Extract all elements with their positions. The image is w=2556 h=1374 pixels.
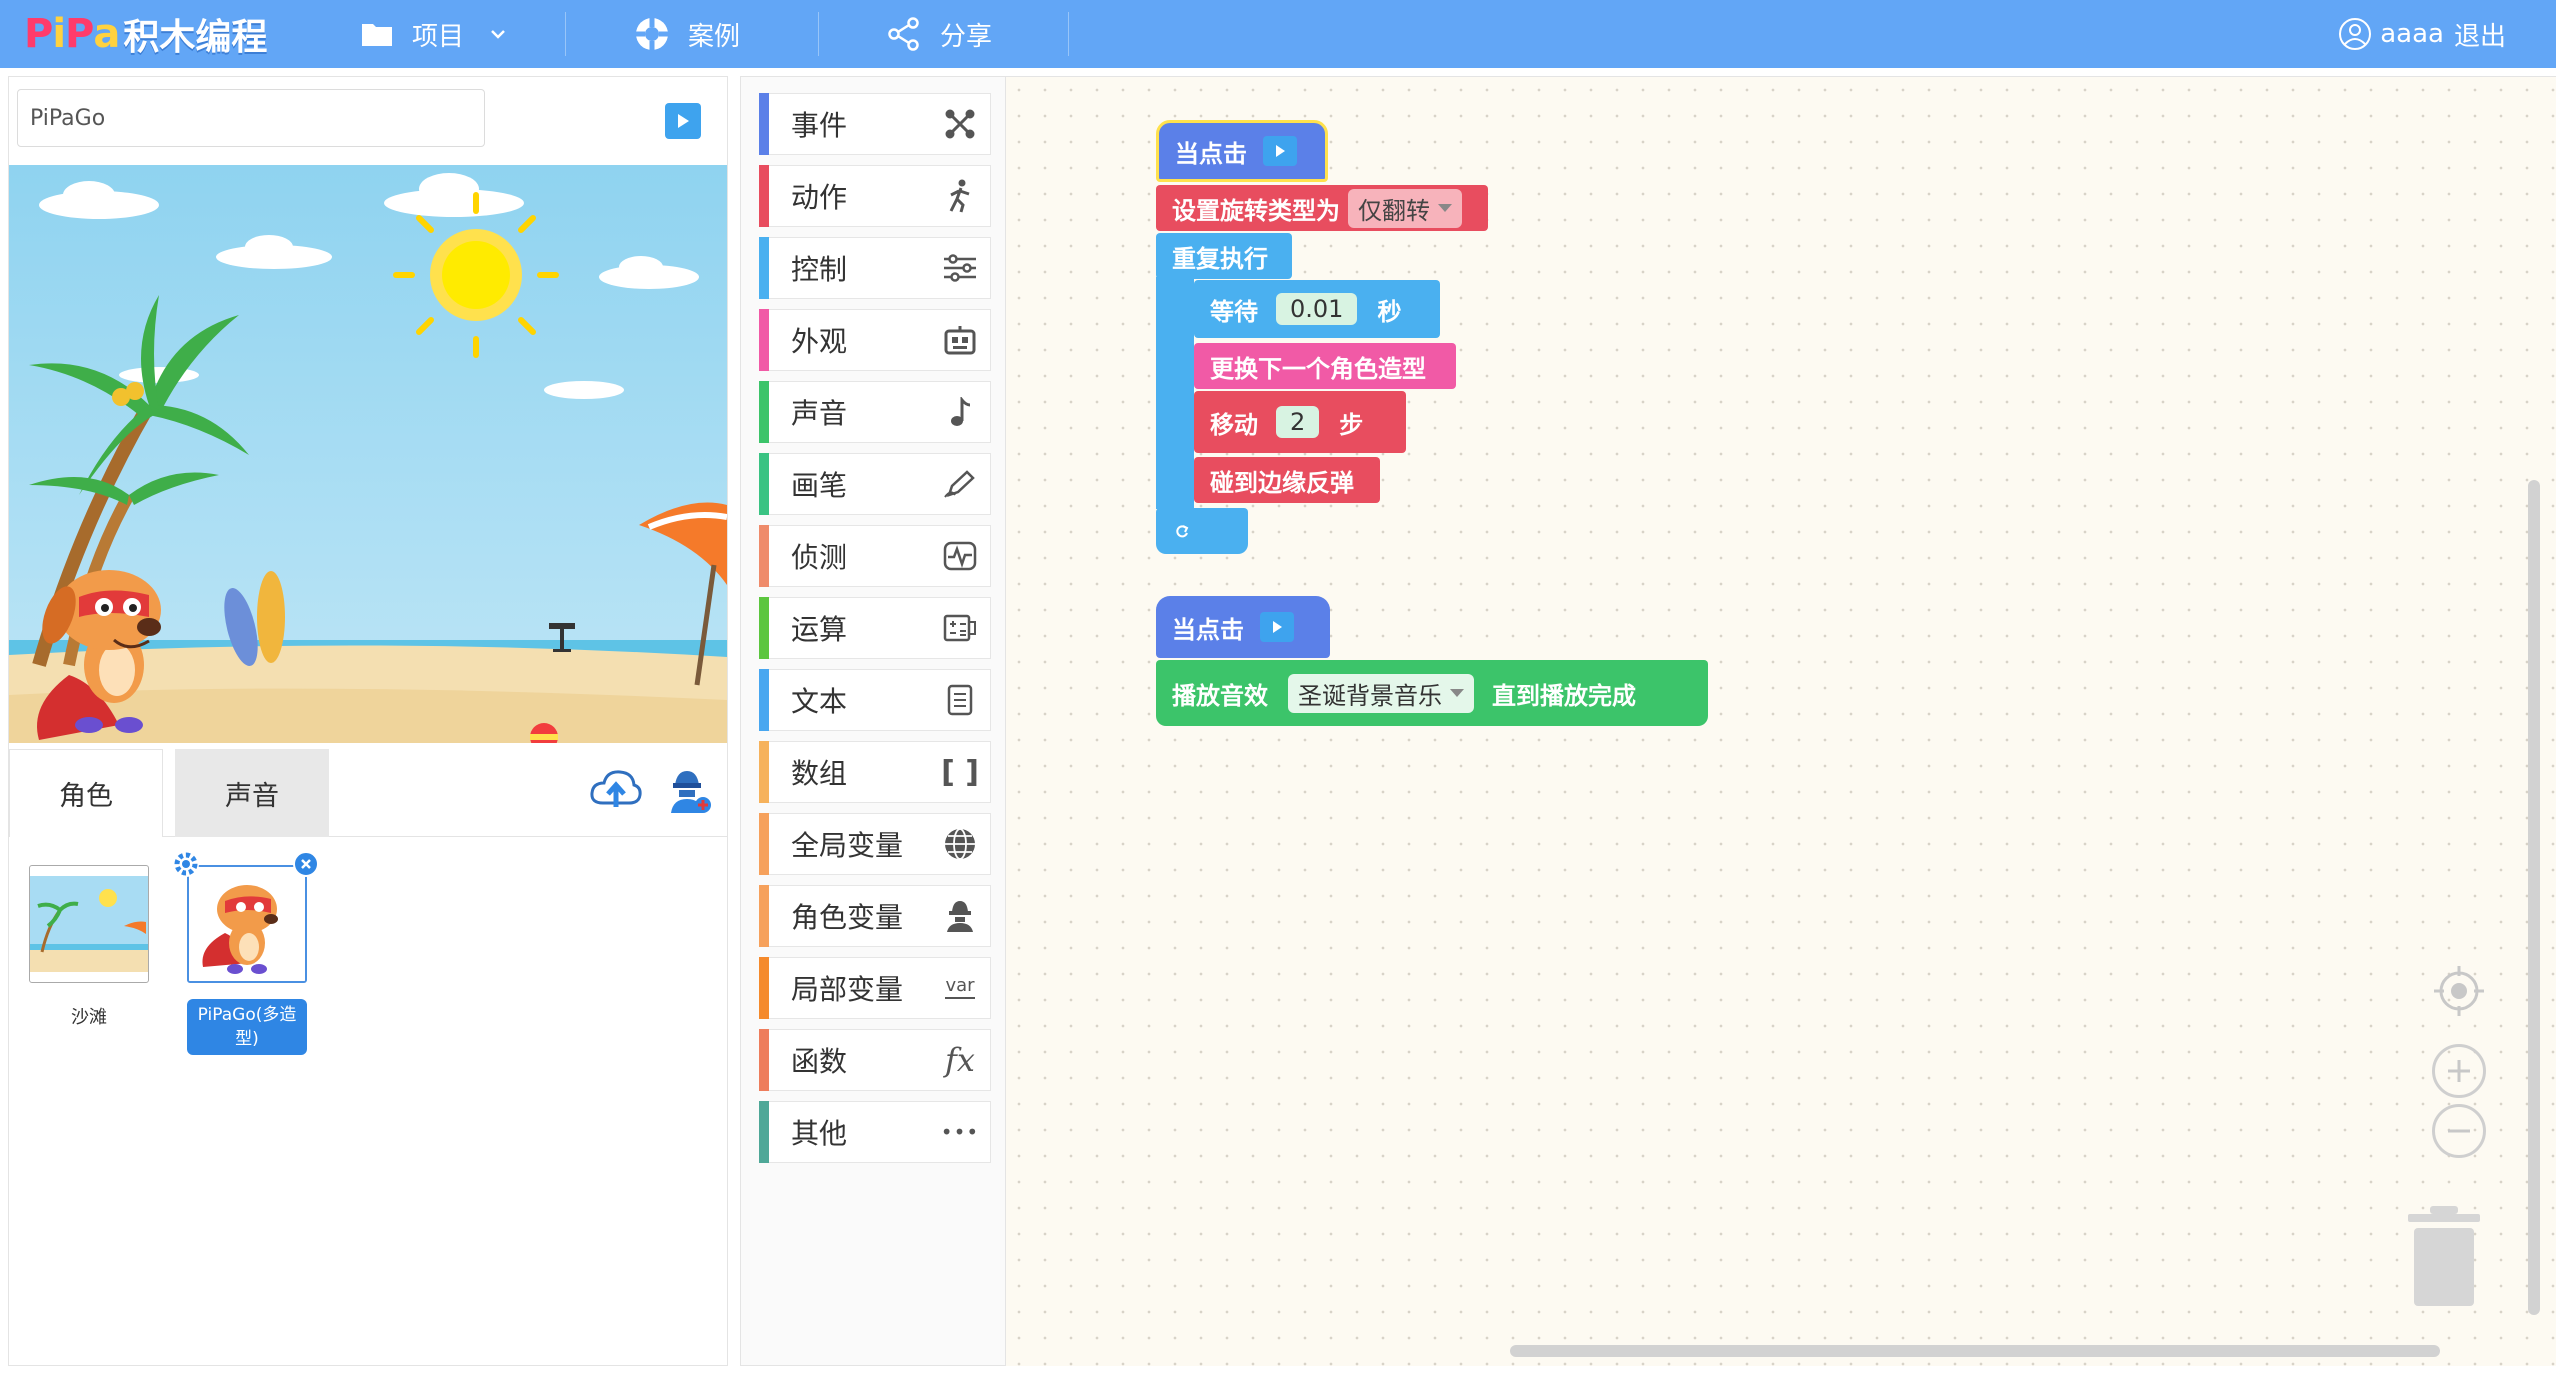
when-clicked-hat-block[interactable]: 当点击	[1156, 596, 1330, 658]
user-menu: aaaa 退出	[2338, 0, 2506, 68]
logo-text: 积木编程	[123, 17, 268, 58]
trash-icon[interactable]	[2404, 1204, 2484, 1308]
close-icon[interactable]	[293, 851, 319, 877]
stage-panel: 角色 声音 沙滩	[8, 76, 728, 1366]
sprite-thumbnail	[187, 865, 307, 983]
pulse-icon	[930, 541, 990, 571]
category-pen[interactable]: 画笔	[759, 453, 991, 515]
play-sound-until-done-block[interactable]: 播放音效 圣诞背景音乐 直到播放完成	[1156, 660, 1708, 726]
add-sprite-icon[interactable]	[665, 765, 711, 819]
user-icon	[2338, 17, 2372, 51]
tab-actions	[589, 765, 711, 819]
nav-divider	[818, 12, 819, 56]
play-icon	[1263, 136, 1297, 166]
nav-share-label: 分享	[940, 21, 993, 52]
document-icon	[930, 684, 990, 716]
globe-icon	[930, 827, 990, 861]
network-icon	[930, 109, 990, 139]
bounce-on-edge-block[interactable]: 碰到边缘反弹	[1194, 457, 1380, 503]
music-note-icon	[930, 397, 990, 427]
forever-block[interactable]: 重复执行	[1156, 233, 1292, 279]
recenter-icon[interactable]	[2432, 964, 2486, 1018]
more-icon: •••	[940, 1120, 980, 1144]
category-control[interactable]: 控制	[759, 237, 991, 299]
category-looks[interactable]: 外观	[759, 309, 991, 371]
horizontal-scrollbar[interactable]	[1510, 1345, 2440, 1357]
forever-block-arm	[1156, 277, 1194, 509]
nav-examples-label: 案例	[688, 21, 741, 52]
zoom-out-icon[interactable]	[2432, 1104, 2486, 1158]
nav-project-label: 项目	[412, 21, 465, 52]
play-icon	[1260, 612, 1294, 642]
cloud-upload-icon[interactable]	[589, 765, 643, 819]
fx-icon: fx	[945, 1041, 975, 1079]
tab-sounds[interactable]: 声音	[175, 749, 329, 837]
logo-pipa: PiPa	[24, 11, 120, 57]
lifebuoy-icon	[634, 16, 670, 52]
project-name-input[interactable]	[17, 89, 485, 147]
var-icon: var	[930, 977, 990, 999]
vertical-scrollbar[interactable]	[2528, 480, 2540, 1315]
chevron-down-icon	[490, 29, 506, 39]
pencil-icon	[930, 469, 990, 499]
top-bar: PiPa 积木编程 项目 案例 分享 aaaa 退出	[0, 0, 2556, 68]
beach-thumbnail-image	[30, 876, 148, 972]
nav-share[interactable]: 分享	[886, 0, 992, 68]
tab-sprites[interactable]: 角色	[9, 749, 163, 837]
gear-icon[interactable]	[173, 851, 199, 877]
dog-thumbnail-image	[189, 867, 305, 981]
play-icon	[678, 114, 689, 128]
move-steps-block[interactable]: 移动 2 步	[1194, 391, 1406, 453]
category-motion[interactable]: 动作	[759, 165, 991, 227]
sprite-name: PiPaGo(多造型)	[187, 999, 307, 1055]
rotation-style-dropdown[interactable]: 仅翻转	[1348, 188, 1462, 228]
sprite-item[interactable]: 沙滩	[29, 865, 149, 1029]
user-name[interactable]: aaaa	[2380, 19, 2444, 49]
sprite-sound-tabs: 角色 声音	[9, 749, 727, 837]
category-global-variables[interactable]: 全局变量	[759, 813, 991, 875]
category-operators[interactable]: 运算	[759, 597, 991, 659]
brackets-icon: [ ]	[941, 754, 979, 790]
sliders-icon	[930, 254, 990, 282]
sound-dropdown[interactable]: 圣诞背景音乐	[1288, 673, 1474, 713]
robot-icon	[930, 325, 990, 355]
forever-block-end	[1156, 508, 1248, 554]
block-category-palette: 事件 动作 控制 外观 声音 画笔 侦测 运算 文本 数组 [] 全局变量 角…	[740, 76, 1006, 1366]
sprite-thumbnail	[29, 865, 149, 983]
stage-canvas[interactable]	[9, 165, 727, 743]
calculator-icon	[930, 614, 990, 642]
next-costume-block[interactable]: 更换下一个角色造型	[1194, 343, 1456, 389]
zoom-in-icon[interactable]	[2432, 1044, 2486, 1098]
run-icon	[930, 179, 990, 213]
nav-examples[interactable]: 案例	[634, 0, 740, 68]
share-icon	[886, 16, 922, 52]
folder-icon	[360, 20, 394, 48]
nav-divider	[565, 12, 566, 56]
nav-project[interactable]: 项目	[360, 0, 506, 68]
wait-seconds-input[interactable]: 0.01	[1276, 293, 1358, 325]
logout-link[interactable]: 退出	[2454, 16, 2506, 53]
category-local-variables[interactable]: 局部变量 var	[759, 957, 991, 1019]
category-text[interactable]: 文本	[759, 669, 991, 731]
category-functions[interactable]: 函数 fx	[759, 1029, 991, 1091]
category-events[interactable]: 事件	[759, 93, 991, 155]
set-rotation-style-block[interactable]: 设置旋转类型为 仅翻转	[1156, 185, 1488, 231]
sprite-item-selected[interactable]: PiPaGo(多造型)	[173, 851, 319, 1055]
agent-icon	[930, 899, 990, 933]
category-other[interactable]: 其他 •••	[759, 1101, 991, 1163]
category-sound[interactable]: 声音	[759, 381, 991, 443]
run-button[interactable]	[665, 103, 701, 139]
beach-scene-image	[9, 165, 727, 743]
category-sensing[interactable]: 侦测	[759, 525, 991, 587]
sprite-name: 沙滩	[71, 1007, 107, 1028]
nav-divider	[1068, 12, 1069, 56]
loop-arrow-icon	[1174, 517, 1190, 545]
move-steps-input[interactable]: 2	[1276, 406, 1320, 438]
category-sprite-variables[interactable]: 角色变量	[759, 885, 991, 947]
app-logo[interactable]: PiPa 积木编程	[24, 10, 267, 58]
when-clicked-hat-block[interactable]: 当点击	[1156, 120, 1328, 182]
wait-block[interactable]: 等待 0.01 秒	[1194, 280, 1440, 338]
category-lists[interactable]: 数组 [ ]	[759, 741, 991, 803]
